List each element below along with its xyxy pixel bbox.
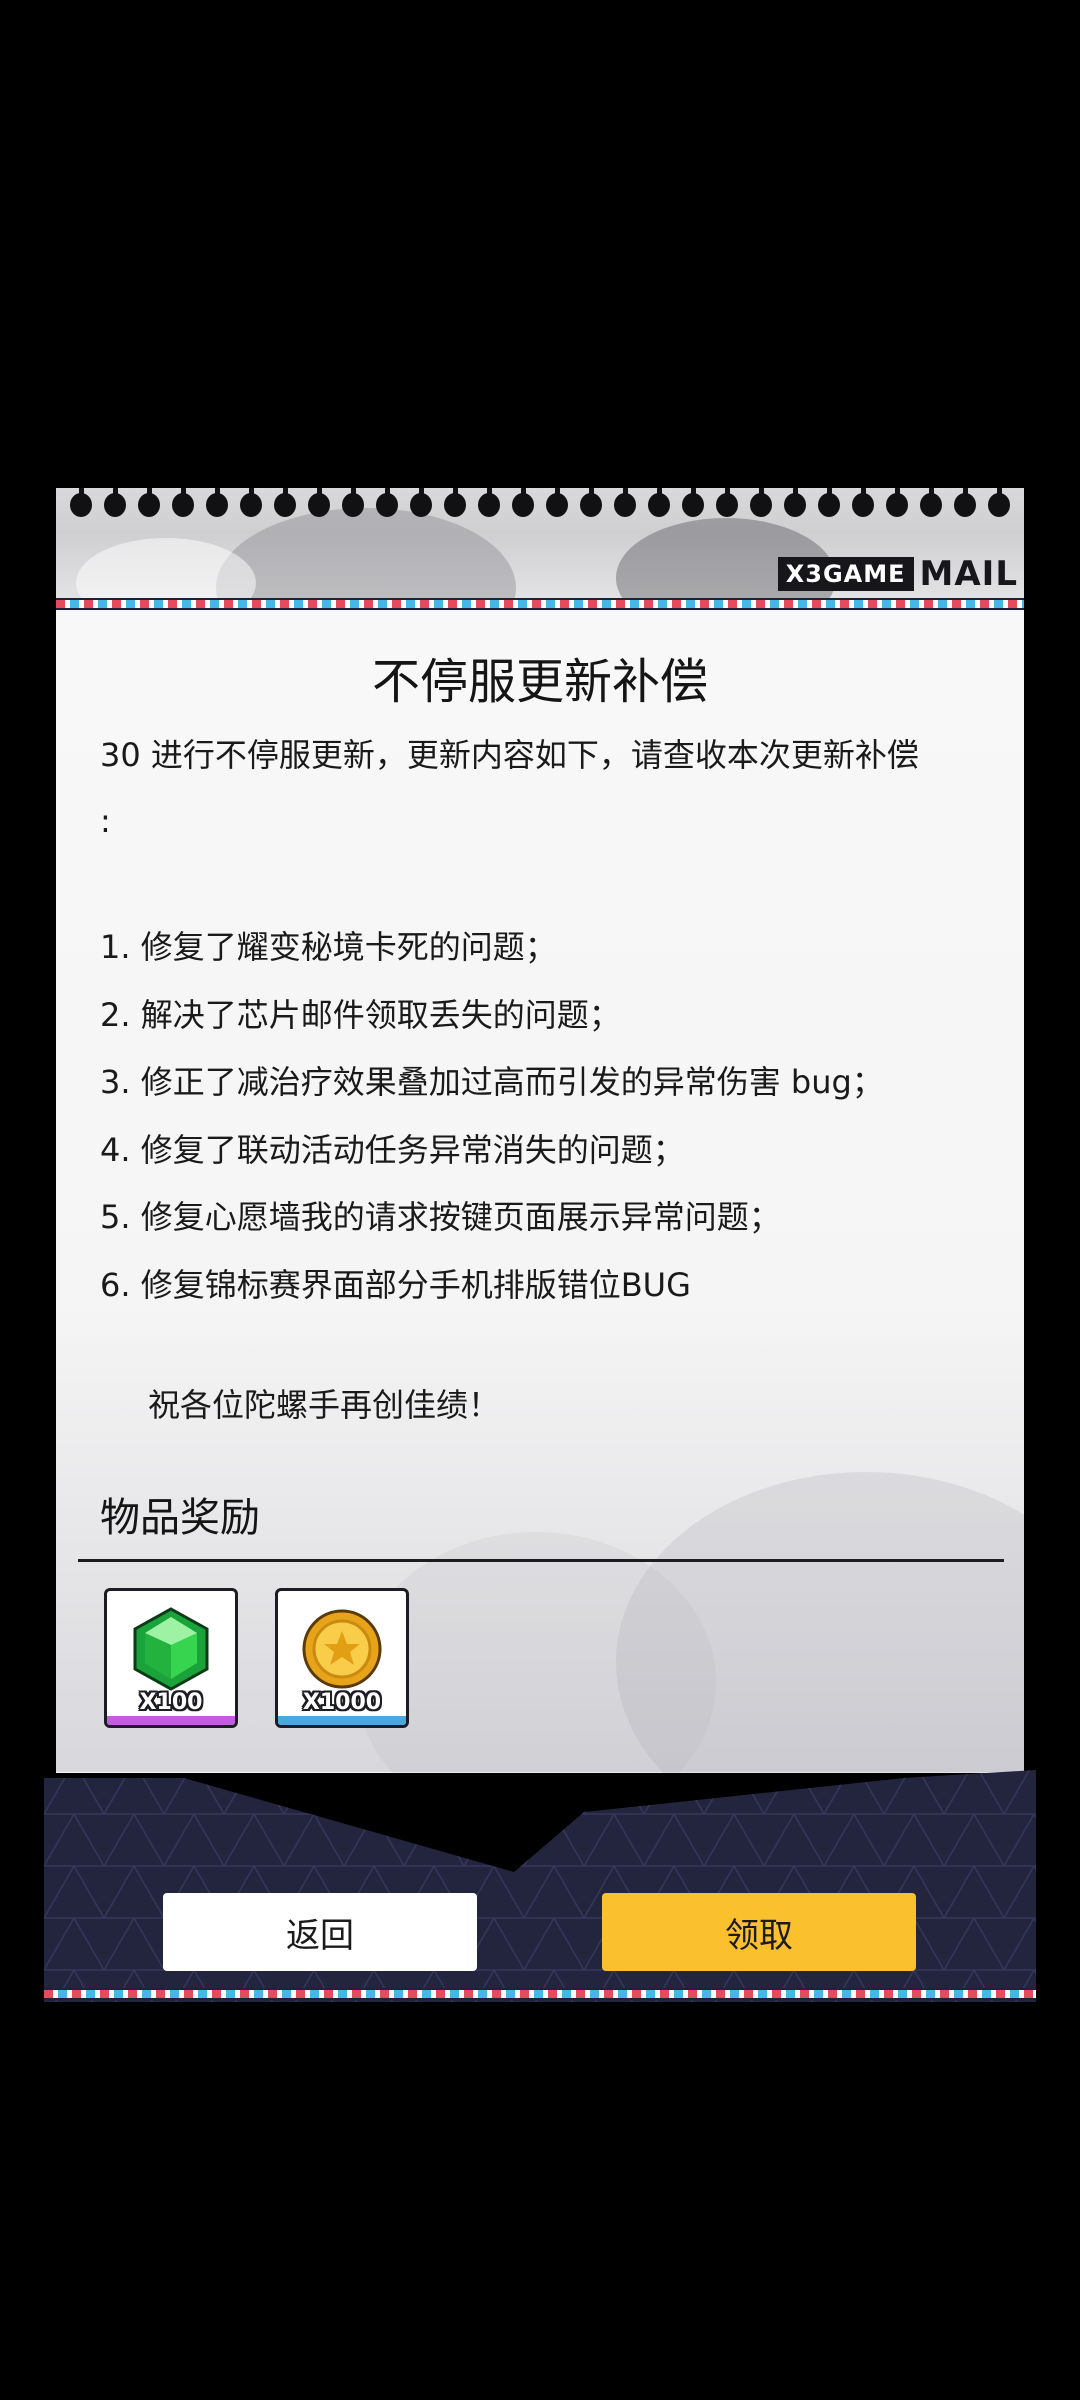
claim-button[interactable]: 领取 [602,1893,916,1971]
fix-item: 1. 修复了耀变秘境卡死的问题； [100,928,557,966]
binder-hole [920,488,942,517]
mail-card: X3GAME MAIL 不停服更新补偿 30 进行不停服更新，更新内容如下，请查… [56,488,1024,1773]
binder-hole [104,488,126,517]
mail-body: 不停服更新补偿 30 进行不停服更新，更新内容如下，请查收本次更新补偿 : 1.… [56,612,1024,1773]
intro-line-1: 30 进行不停服更新，更新内容如下，请查收本次更新补偿 [100,736,919,774]
binder-hole [206,488,228,517]
binder-hole [648,488,670,517]
back-button[interactable]: 返回 [163,1893,477,1971]
binder-hole [988,488,1010,517]
reward-divider [78,1559,1004,1562]
fix-item: 5. 修复心愿墙我的请求按键页面展示异常问题； [100,1198,781,1236]
brand-logo: X3GAME MAIL [777,554,1018,594]
binder-hole [784,488,806,517]
binder-hole [138,488,160,517]
brand-box: X3GAME [777,557,914,591]
binder-hole [308,488,330,517]
reward-title: 物品奖励 [100,1495,260,1541]
top-stripe [56,598,1024,610]
binder-hole [444,488,466,517]
reward-item-coin[interactable]: X1000 [275,1588,409,1728]
binder-hole [240,488,262,517]
binder-hole [580,488,602,517]
header-art-light [76,538,256,600]
header-art [216,508,516,600]
binder-hole [818,488,840,517]
reward-qty: X1000 [302,1690,382,1715]
rarity-bar [107,1716,235,1725]
binder-hole [546,488,568,517]
binder-hole [70,488,92,517]
mail-title: 不停服更新补偿 [371,654,708,710]
rarity-bar [278,1716,406,1725]
reward-item-gem[interactable]: X100 [104,1588,238,1728]
gold-coin-icon [302,1609,382,1689]
fix-item: 4. 修复了联动活动任务异常消失的问题； [100,1130,685,1169]
binder-hole [852,488,874,517]
binder-hole [886,488,908,517]
fix-list: 1. 修复了耀变秘境卡死的问题； 2. 解决了芯片邮件领取丢失的问题； 3. 修… [100,914,1000,1319]
blessing-text: 祝各位陀螺手再创佳绩！ [148,1386,501,1424]
brand-mail: MAIL [919,554,1018,594]
green-gem-icon [133,1607,209,1691]
binder-hole [274,488,296,517]
fix-item: 2. 解决了芯片邮件领取丢失的问题； [100,995,621,1034]
bottom-stripe [44,1988,1036,2000]
binder-hole [682,488,704,517]
binder-holes [70,488,1010,520]
mail-header: X3GAME MAIL [56,488,1024,600]
reward-qty: X100 [139,1690,203,1715]
binder-hole [750,488,772,517]
binder-hole [342,488,364,517]
binder-hole [512,488,534,517]
fix-item: 6. 修复锦标赛界面部分手机排版错位BUG [100,1265,691,1304]
fix-item: 3. 修正了减治疗效果叠加过高而引发的异常伤害 bug； [100,1063,884,1101]
mail-intro: 30 进行不停服更新，更新内容如下，请查收本次更新补偿 : [100,722,1000,854]
binder-hole [614,488,636,517]
binder-hole [478,488,500,517]
intro-line-2: : [100,802,111,840]
binder-hole [376,488,398,517]
binder-hole [410,488,432,517]
binder-hole [954,488,976,517]
binder-hole [716,488,738,517]
binder-hole [172,488,194,517]
